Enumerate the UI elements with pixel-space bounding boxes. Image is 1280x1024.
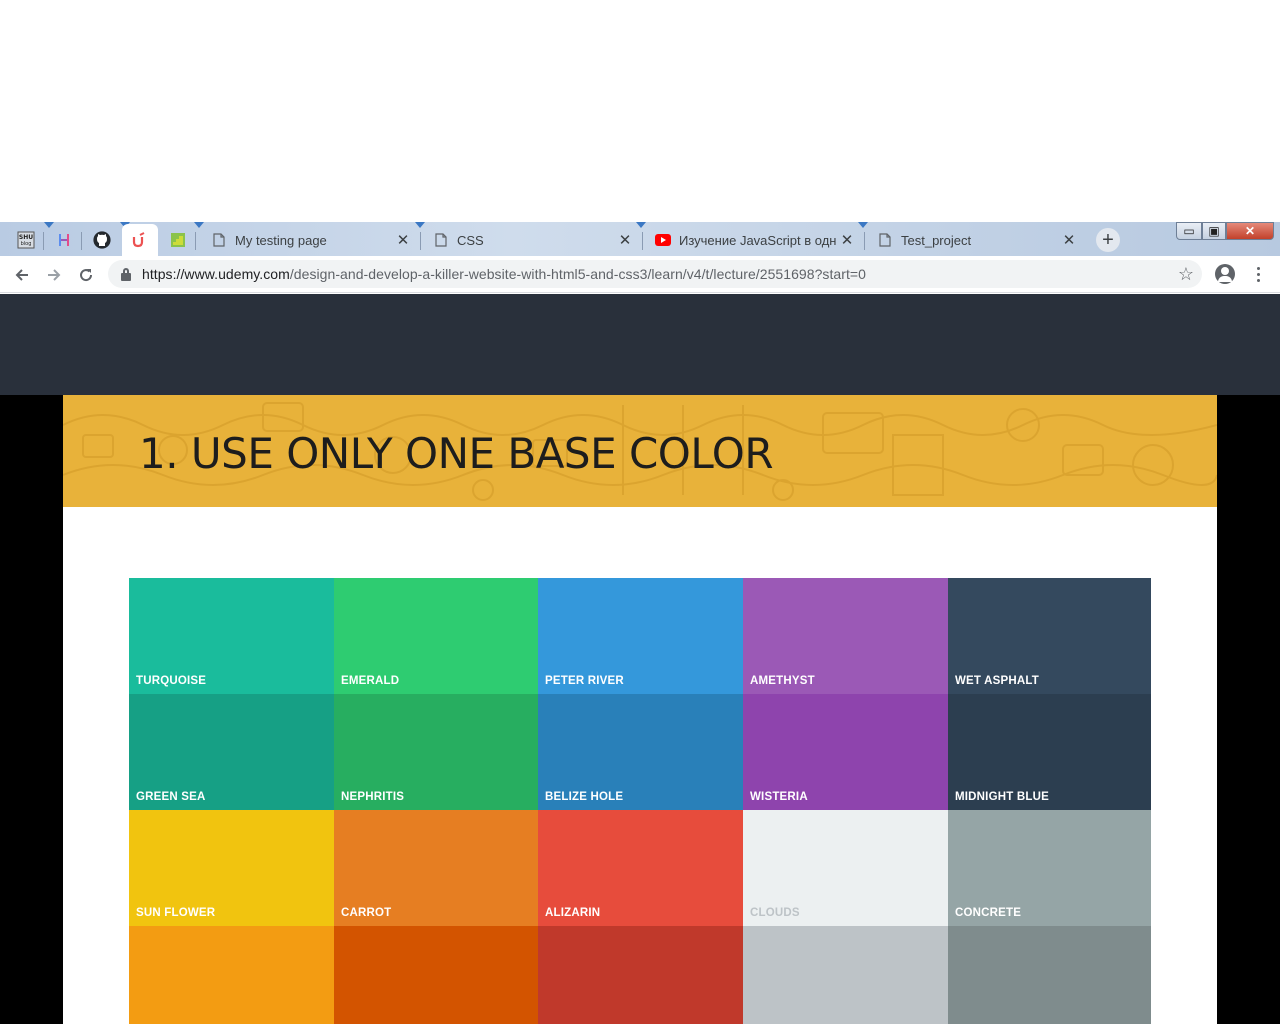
color-swatch: CARROT	[334, 810, 538, 926]
browser-toolbar: https://www.udemy.com/design-and-develop…	[0, 256, 1280, 293]
url-text: https://www.udemy.com/design-and-develop…	[142, 266, 866, 282]
color-swatch-label: WET ASPHALT	[955, 675, 1039, 687]
color-swatch-label: CARROT	[341, 907, 392, 919]
color-swatch-label: EMERALD	[341, 675, 400, 687]
color-swatch: MIDNIGHT BLUE	[948, 694, 1151, 810]
arrow-left-icon	[15, 269, 28, 281]
lock-icon	[120, 267, 132, 281]
address-bar[interactable]: https://www.udemy.com/design-and-develop…	[108, 260, 1202, 288]
color-swatch-label: CONCRETE	[955, 907, 1022, 919]
color-swatch: PETER RIVER	[538, 578, 743, 694]
tab-title: CSS	[457, 232, 484, 248]
lecture-slide: 1. USE ONLY ONE BASE COLOR TURQUOISE EMER…	[63, 395, 1217, 1024]
color-swatch: WET ASPHALT	[948, 578, 1151, 694]
back-button[interactable]	[9, 262, 35, 288]
new-tab-button[interactable]: +	[1096, 228, 1120, 252]
color-swatch-label: WISTERIA	[750, 791, 808, 803]
color-swatch-label: ALIZARIN	[545, 907, 601, 919]
pinned-tab-github[interactable]	[84, 224, 120, 256]
color-swatch	[948, 926, 1151, 1024]
color-swatch-label: SUN FLOWER	[136, 907, 216, 919]
restore-icon: ▣	[1208, 224, 1220, 238]
arrow-right-icon	[48, 269, 61, 281]
blank-area	[0, 0, 1280, 222]
svg-text:SHU: SHU	[19, 234, 33, 241]
pinned-tab-h[interactable]	[46, 224, 82, 256]
color-swatch	[538, 926, 743, 1024]
url-path: /design-and-develop-a-killer-website-wit…	[289, 266, 866, 282]
color-swatch: TURQUOISE	[129, 578, 334, 694]
tab-css[interactable]: CSS ✕	[421, 224, 643, 256]
color-swatch	[129, 926, 334, 1024]
color-swatch: ALIZARIN	[538, 810, 743, 926]
tab-javascript-video[interactable]: Изучение JavaScript в одном ✕	[643, 224, 865, 256]
tab-title: My testing page	[235, 232, 327, 248]
color-swatch	[334, 926, 538, 1024]
slide-banner: 1. USE ONLY ONE BASE COLOR	[63, 395, 1217, 507]
tab-title: Test_project	[901, 232, 972, 248]
page-icon	[211, 232, 227, 248]
profile-avatar-icon[interactable]	[1215, 264, 1235, 284]
page-icon	[433, 232, 449, 248]
svg-text:blog: blog	[21, 241, 32, 247]
udemy-header-bar	[0, 294, 1280, 395]
url-host: https://www.udemy.com	[142, 266, 290, 282]
forward-button[interactable]	[41, 262, 67, 288]
color-swatch-label: BELIZE HOLE	[545, 791, 624, 803]
color-swatch: GREEN SEA	[129, 694, 334, 810]
close-window-button[interactable]: ✕	[1226, 222, 1274, 240]
close-tab-icon[interactable]: ✕	[615, 230, 635, 250]
color-swatch: SUN FLOWER	[129, 810, 334, 926]
pinned-tab-udemy[interactable]	[122, 224, 158, 256]
color-swatch: NEPHRITIS	[334, 694, 538, 810]
reload-button[interactable]	[73, 262, 99, 288]
color-swatch-label: TURQUOISE	[136, 675, 207, 687]
color-swatch-label: GREEN SEA	[136, 791, 206, 803]
youtube-icon	[655, 232, 671, 248]
reload-icon	[80, 269, 93, 282]
color-swatch	[743, 926, 948, 1024]
color-swatch-grid: TURQUOISE EMERALD PETER RIVER AMETHYST WET A…	[129, 578, 1151, 1024]
udemy-icon	[132, 232, 145, 248]
close-icon: ✕	[1244, 224, 1256, 238]
minimize-button[interactable]: ▭	[1176, 222, 1202, 240]
tab-my-testing-page[interactable]: My testing page ✕	[199, 224, 421, 256]
close-tab-icon[interactable]: ✕	[393, 230, 413, 250]
shu-blog-icon: SHU blog	[17, 231, 35, 249]
color-swatch: BELIZE HOLE	[538, 694, 743, 810]
close-tab-icon[interactable]: ✕	[1059, 230, 1079, 250]
slide-title: 1. USE ONLY ONE BASE COLOR	[139, 429, 774, 478]
tab-title: Изучение JavaScript в одном	[679, 232, 837, 248]
tab-test-project[interactable]: Test_project ✕	[865, 224, 1087, 256]
color-swatch-label: AMETHYST	[750, 675, 815, 687]
color-swatch: EMERALD	[334, 578, 538, 694]
color-swatch: CLOUDS	[743, 810, 948, 926]
green-stairs-icon	[171, 233, 185, 247]
bookmark-star-icon[interactable]: ☆	[1178, 264, 1194, 285]
color-swatch: CONCRETE	[948, 810, 1151, 926]
maximize-button[interactable]: ▣	[1202, 222, 1226, 240]
color-swatch-label: PETER RIVER	[545, 675, 624, 687]
kebab-menu-icon[interactable]	[1250, 263, 1266, 285]
close-tab-icon[interactable]: ✕	[837, 230, 857, 250]
color-swatch-label: MIDNIGHT BLUE	[955, 791, 1049, 803]
color-swatch: WISTERIA	[743, 694, 948, 810]
page-icon	[877, 232, 893, 248]
minimize-icon: ▭	[1183, 224, 1195, 238]
color-swatch-label: NEPHRITIS	[341, 791, 405, 803]
pinned-tab-shu-blog[interactable]: SHU blog	[8, 224, 44, 256]
h-icon	[59, 234, 69, 246]
color-swatch: AMETHYST	[743, 578, 948, 694]
color-swatch-label: CLOUDS	[750, 907, 800, 919]
tab-strip: SHU blog My testing page ✕ CSS ✕ Изучени…	[0, 222, 1280, 256]
github-icon	[93, 231, 111, 249]
pinned-tab-green[interactable]	[160, 224, 196, 256]
